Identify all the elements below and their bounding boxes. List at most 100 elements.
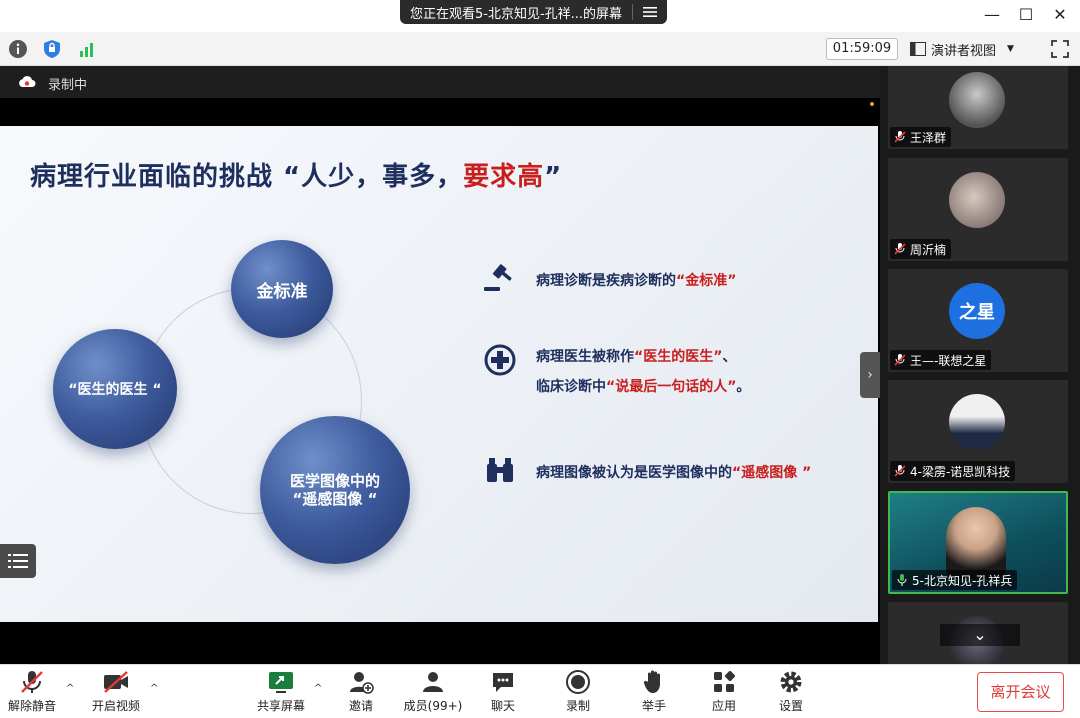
video-off-icon	[104, 671, 128, 693]
point-text: 病理医生被称作	[536, 349, 634, 365]
members-icon	[423, 672, 443, 692]
point-highlight: “说最后一句话的人”	[606, 379, 737, 395]
share-options-caret[interactable]: ^	[314, 683, 322, 694]
chat-label: 聊天	[490, 699, 515, 713]
chat-icon	[493, 673, 513, 692]
medical-cross-icon	[484, 344, 516, 376]
gavel-icon	[484, 264, 512, 291]
point-text: 临床诊断中	[536, 379, 606, 395]
indicator-dot	[870, 102, 874, 106]
invite-label: 邀请	[348, 699, 373, 713]
members-label: 成员(99+)	[403, 699, 463, 713]
participant-tile-active-speaker[interactable]: 5-北京知见-孔祥兵	[888, 491, 1068, 594]
participant-name: 王—-联想之星	[910, 353, 987, 368]
apps-button[interactable]: 应用	[692, 669, 756, 714]
leave-meeting-button[interactable]: 离开会议	[977, 672, 1064, 712]
shared-screen: 录制中 病理行业面临的挑战 “人少，事多，要求高” 金标准 “医生的医生 “ 医…	[0, 66, 880, 664]
signal-icon[interactable]	[78, 39, 98, 59]
title-bar: 您正在观看5-北京知见-孔祥...的屏幕 — ☐ ✕	[0, 0, 1080, 32]
start-video-label: 开启视频	[91, 699, 140, 713]
info-icon[interactable]	[8, 39, 28, 59]
point-highlight: “遥感图像 ”	[732, 465, 812, 481]
shield-icon[interactable]	[42, 39, 62, 59]
participant-tile[interactable]: 之星 王—-联想之星	[888, 269, 1068, 372]
add-user-icon	[350, 672, 374, 694]
point-remote-sensing: 病理图像被认为是医学图像中的“遥感图像 ”	[536, 462, 811, 482]
members-button[interactable]: 成员(99+)	[395, 669, 471, 714]
slide-title-end: ”	[544, 162, 563, 192]
audio-options-caret[interactable]: ^	[66, 683, 74, 694]
hand-icon	[643, 670, 660, 693]
fullscreen-icon[interactable]	[1050, 39, 1070, 59]
chat-button[interactable]: 聊天	[471, 669, 535, 714]
chevron-down-icon: ▼	[1007, 44, 1014, 54]
layout-icon	[910, 42, 926, 56]
invite-button[interactable]: 邀请	[329, 669, 393, 714]
bubble-remote-line1: 医学图像中的	[289, 472, 380, 490]
raise-hand-button[interactable]: 举手	[622, 669, 686, 714]
participant-nametag: 周沂楠	[890, 239, 952, 259]
viewing-banner[interactable]: 您正在观看5-北京知见-孔祥...的屏幕	[400, 0, 668, 24]
participant-nametag: 王—-联想之星	[890, 350, 992, 370]
collapse-gallery-button[interactable]: ›	[860, 352, 880, 398]
participant-tile[interactable]: 周沂楠	[888, 158, 1068, 261]
point-last-word: 临床诊断中“说最后一句话的人”。	[536, 376, 750, 396]
status-bar: 01:59:09 演讲者视图 ▼	[0, 32, 1080, 66]
settings-label: 设置	[778, 699, 803, 713]
slide-list-button[interactable]	[0, 544, 36, 578]
close-button[interactable]: ✕	[1048, 4, 1072, 26]
participant-tile[interactable]: 王泽群	[888, 66, 1068, 149]
video-options-caret[interactable]: ^	[150, 683, 158, 694]
participant-tile[interactable]: 4-梁雳-诺思凯科技	[888, 380, 1068, 483]
avatar	[949, 72, 1005, 128]
participant-name: 王泽群	[910, 130, 947, 145]
bubble-remote-line2: “遥感图像 “	[292, 490, 378, 508]
mic-muted-icon	[894, 354, 906, 366]
participant-tile[interactable]: ⌄	[888, 602, 1068, 664]
record-button[interactable]: 录制	[546, 669, 610, 714]
view-mode-label: 演讲者视图	[931, 43, 997, 59]
mic-muted-icon	[21, 671, 43, 693]
bubble-doctors-doctor: “医生的医生 “	[53, 329, 177, 449]
recording-bar: 录制中	[0, 66, 880, 98]
minimize-button[interactable]: —	[980, 4, 1004, 26]
participant-name: 周沂楠	[910, 242, 947, 257]
apps-label: 应用	[711, 699, 736, 713]
presentation-slide: 病理行业面临的挑战 “人少，事多，要求高” 金标准 “医生的医生 “ 医学图像中…	[0, 126, 878, 622]
record-icon	[566, 670, 590, 694]
slide-title: 病理行业面临的挑战 “人少，事多，要求高”	[30, 156, 562, 193]
slide-title-main: 病理行业面临的挑战 “人少，事多，	[30, 162, 464, 192]
mic-active-icon	[897, 574, 907, 586]
meeting-toolbar: 解除静音 ^ 开启视频 ^ 共享屏幕 ^ 邀请 成员(99+) 聊天 录制 举手…	[0, 664, 1080, 718]
start-video-button[interactable]: 开启视频	[84, 669, 148, 714]
maximize-button[interactable]: ☐	[1014, 4, 1038, 26]
raise-hand-label: 举手	[641, 699, 666, 713]
point-gold-standard: 病理诊断是疾病诊断的“金标准”	[536, 270, 736, 290]
share-screen-button[interactable]: 共享屏幕	[249, 669, 313, 714]
point-highlight: “医生的医生”	[634, 349, 723, 365]
bubble-remote-sensing: 医学图像中的 “遥感图像 “	[260, 416, 410, 564]
unmute-label: 解除静音	[7, 699, 56, 713]
point-highlight: “金标准”	[676, 273, 737, 289]
participant-nametag: 4-梁雳-诺思凯科技	[890, 461, 1016, 481]
point-text: 病理诊断是疾病诊断的	[536, 273, 676, 289]
scroll-down-button[interactable]: ⌄	[940, 624, 1020, 646]
unmute-button[interactable]: 解除静音	[0, 669, 64, 714]
cloud-record-icon	[19, 76, 36, 87]
speaker-figure	[946, 507, 1006, 579]
point-tail: 、	[722, 349, 737, 365]
banner-divider	[632, 4, 634, 20]
share-screen-label: 共享屏幕	[256, 699, 305, 713]
point-doctors-doctor: 病理医生被称作“医生的医生”、	[536, 346, 736, 366]
list-icon	[8, 554, 28, 568]
settings-button[interactable]: 设置	[759, 669, 823, 714]
bubble-gold-standard: 金标准	[231, 240, 333, 338]
point-text: 病理图像被认为是医学图像中的	[536, 465, 732, 481]
participant-gallery: 王泽群 周沂楠 之星 王—-联想之星 4-梁雳-诺思凯科技 5-北京知见-孔祥兵…	[880, 66, 1080, 664]
meeting-window: 您正在观看5-北京知见-孔祥...的屏幕 — ☐ ✕ 01:59:09 演讲者视…	[0, 0, 1080, 718]
mic-muted-icon	[894, 465, 906, 477]
menu-icon[interactable]	[643, 6, 658, 18]
view-mode-dropdown[interactable]: 演讲者视图 ▼	[910, 38, 1014, 60]
viewing-banner-text: 您正在观看5-北京知见-孔祥...的屏幕	[410, 6, 623, 22]
participant-nametag: 5-北京知见-孔祥兵	[892, 570, 1018, 590]
